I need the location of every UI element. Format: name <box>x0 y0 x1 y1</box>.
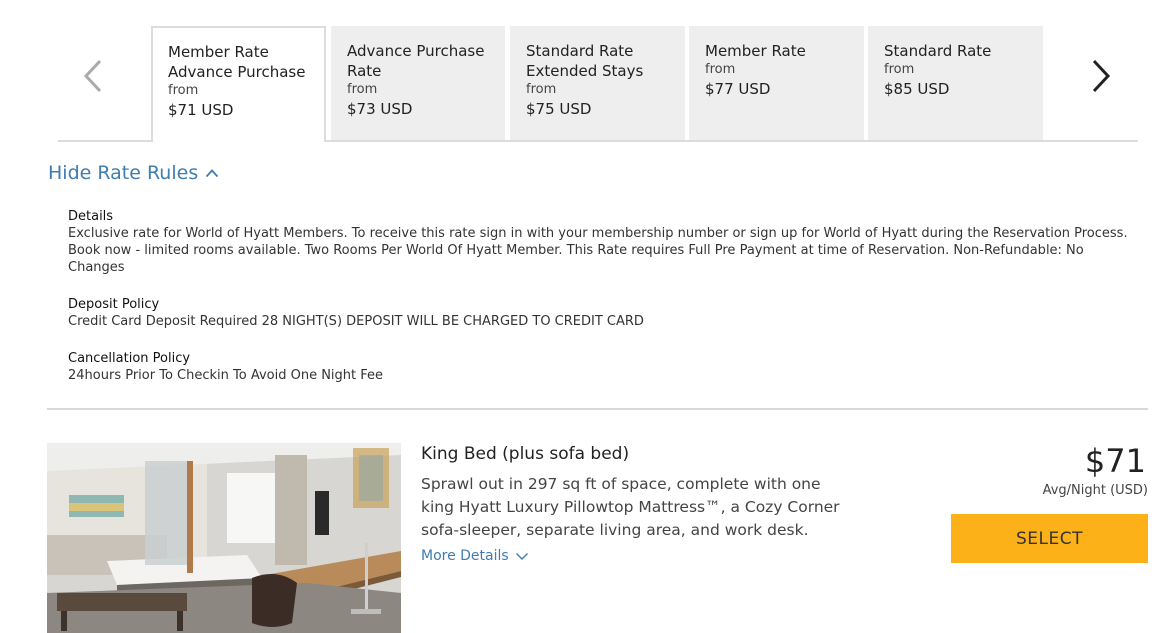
rate-tab-name: Standard Rate Extended Stays <box>526 42 644 80</box>
chevron-down-icon <box>515 552 528 560</box>
more-details-label: More Details <box>421 548 509 564</box>
rate-tab-price: $77 USD <box>705 80 771 98</box>
chevron-up-icon <box>206 169 219 178</box>
rate-tab-name: Member Rate Advance Purchase <box>168 43 306 81</box>
hide-rate-rules-label: Hide Rate Rules <box>48 162 199 184</box>
more-details-link[interactable]: More Details <box>421 548 529 564</box>
select-button[interactable]: SELECT <box>951 514 1148 563</box>
hide-rate-rules-toggle[interactable]: Hide Rate Rules <box>48 162 219 184</box>
rate-tab-member-rate[interactable]: Member Rate from $77 USD <box>689 26 864 140</box>
rule-text: Credit Card Deposit Required 28 NIGHT(S)… <box>68 314 644 329</box>
rule-cancellation: Cancellation Policy 24hours Prior To Che… <box>68 350 1138 384</box>
rate-tab-price: $85 USD <box>884 80 950 98</box>
rate-tab-standard-extended[interactable]: Standard Rate Extended Stays from $75 US… <box>510 26 685 140</box>
rate-tab-from: from <box>168 83 199 98</box>
room-description: Sprawl out in 297 sq ft of space, comple… <box>421 475 840 539</box>
rate-tab-from: from <box>347 82 378 97</box>
rule-details: Details Exclusive rate for World of Hyat… <box>68 208 1138 276</box>
rate-tab-price: $71 USD <box>168 101 234 119</box>
room-title: King Bed (plus sofa bed) <box>421 444 630 464</box>
rate-tab-price: $73 USD <box>347 100 413 118</box>
rule-text: 24hours Prior To Checkin To Avoid One Ni… <box>68 368 384 383</box>
rate-rules: Details Exclusive rate for World of Hyat… <box>68 208 1138 404</box>
price-note: Avg/Night (USD) <box>1042 483 1148 498</box>
rate-tab-price: $75 USD <box>526 100 592 118</box>
section-divider <box>47 408 1148 410</box>
rate-tab-advance-purchase[interactable]: Advance Purchase Rate from $73 USD <box>331 26 505 140</box>
rate-tab-from: from <box>705 62 736 77</box>
chevron-right-icon[interactable] <box>1084 56 1118 96</box>
rate-tab-standard-rate[interactable]: Standard Rate from $85 USD <box>868 26 1043 140</box>
rule-heading: Cancellation Policy <box>68 351 191 366</box>
room-price: $71 <box>1084 442 1146 480</box>
rate-tab-from: from <box>526 82 557 97</box>
rule-heading: Deposit Policy <box>68 297 160 312</box>
rate-tab-name: Advance Purchase Rate <box>347 42 485 80</box>
room-photo[interactable] <box>47 443 401 633</box>
chevron-left-icon[interactable] <box>76 56 110 96</box>
rule-text: Exclusive rate for World of Hyatt Member… <box>68 226 1128 275</box>
rule-heading: Details <box>68 209 114 224</box>
rate-tab-member-advance-purchase[interactable]: Member Rate Advance Purchase from $71 US… <box>151 26 326 142</box>
rate-tabs-bar: Member Rate Advance Purchase from $71 US… <box>58 26 1138 142</box>
rate-tab-name: Member Rate <box>705 42 806 60</box>
rate-tab-from: from <box>884 62 915 77</box>
rule-deposit: Deposit Policy Credit Card Deposit Requi… <box>68 296 1138 330</box>
rate-tab-name: Standard Rate <box>884 42 992 60</box>
